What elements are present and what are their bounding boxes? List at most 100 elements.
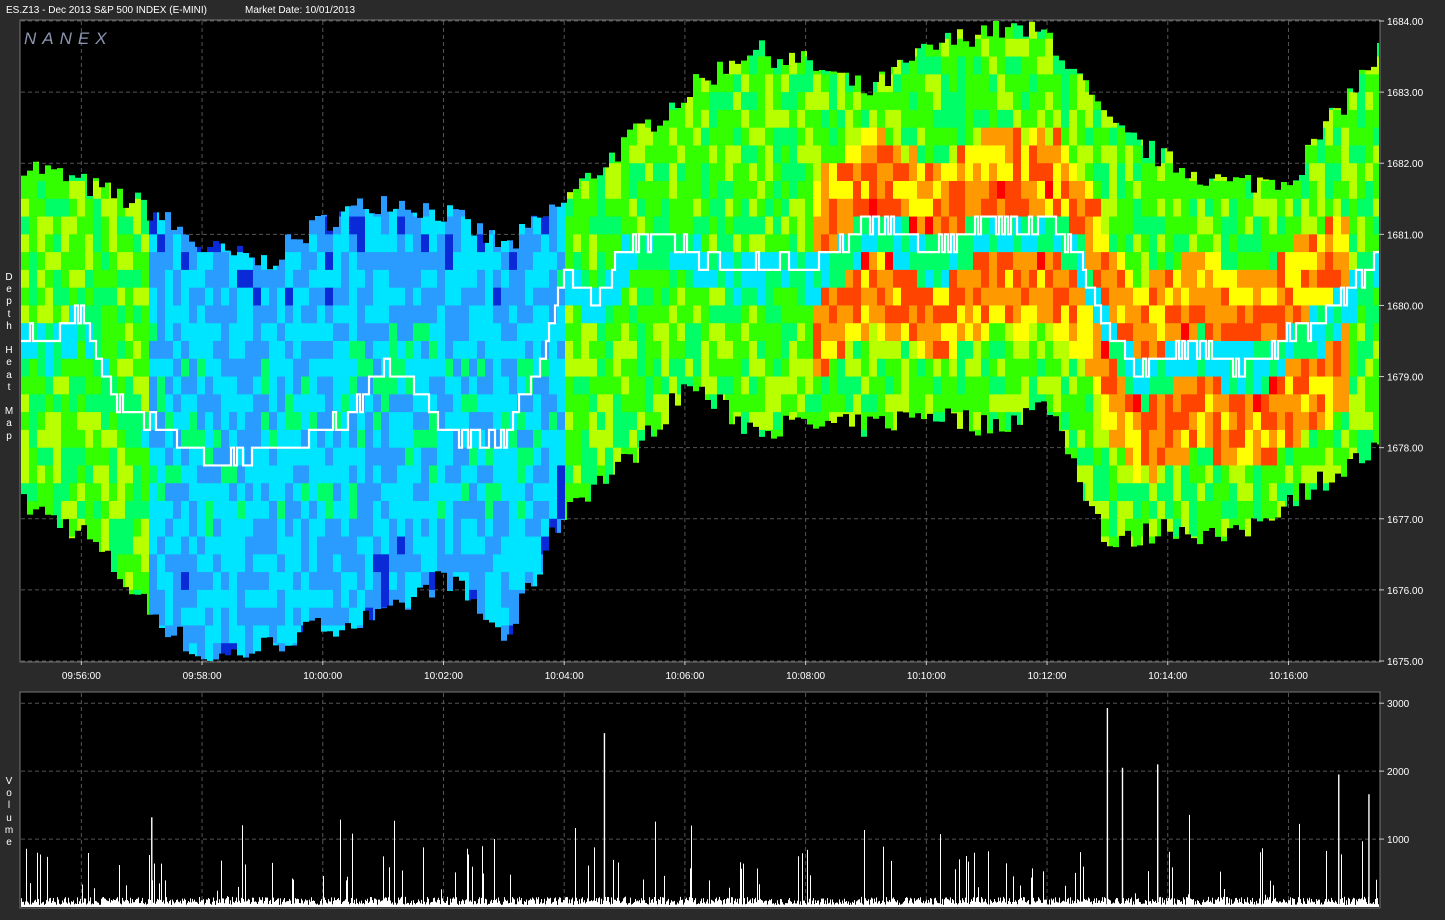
heat-cell bbox=[133, 465, 142, 484]
heat-cell bbox=[1053, 216, 1062, 235]
heat-cell bbox=[1005, 216, 1014, 235]
heat-cell bbox=[333, 483, 342, 502]
heat-cell bbox=[733, 341, 742, 360]
heat-cell bbox=[429, 429, 438, 449]
heat-cell bbox=[933, 269, 942, 289]
heat-cell bbox=[565, 376, 574, 395]
heat-cell bbox=[309, 394, 318, 413]
heat-cell bbox=[349, 465, 358, 484]
heat-cell bbox=[93, 447, 102, 466]
heat-cell bbox=[565, 483, 574, 502]
heat-cell bbox=[989, 323, 998, 342]
heat-cell bbox=[837, 287, 846, 306]
heat-cell bbox=[1077, 269, 1086, 289]
heat-cell bbox=[973, 394, 982, 413]
heat-cell bbox=[189, 429, 198, 449]
heat-cell bbox=[501, 358, 510, 378]
heat-cell bbox=[213, 554, 222, 573]
heat-cell bbox=[733, 287, 742, 306]
heat-cell bbox=[1077, 127, 1086, 146]
heat-cell bbox=[197, 625, 206, 644]
heat-cell bbox=[565, 465, 574, 484]
heat-cell bbox=[461, 447, 470, 466]
heat-cell bbox=[365, 536, 374, 555]
heat-cell bbox=[597, 198, 606, 218]
heat-cell bbox=[581, 269, 590, 289]
heat-cell bbox=[781, 74, 790, 93]
heat-cell bbox=[901, 127, 910, 146]
heat-cell bbox=[181, 287, 190, 306]
heat-cell bbox=[877, 376, 886, 395]
heat-cell bbox=[645, 252, 654, 271]
heat-cell bbox=[949, 127, 958, 146]
heat-cell bbox=[669, 305, 678, 324]
heat-cell bbox=[253, 501, 262, 520]
heat-cell bbox=[717, 234, 726, 253]
heat-cell bbox=[653, 323, 662, 342]
heat-cell bbox=[997, 92, 1006, 111]
heat-cell bbox=[941, 376, 950, 395]
heat-cell bbox=[429, 287, 438, 306]
heat-cell bbox=[133, 572, 142, 591]
heat-cell bbox=[253, 394, 262, 413]
heat-cell bbox=[909, 109, 918, 129]
heat-cell bbox=[181, 341, 190, 360]
heat-cell bbox=[1029, 127, 1038, 146]
heat-cell bbox=[557, 358, 566, 378]
heat-cell bbox=[1053, 198, 1062, 218]
heat-cell bbox=[141, 269, 150, 289]
heat-cell bbox=[429, 501, 438, 520]
heat-cell bbox=[893, 127, 902, 146]
heat-cell bbox=[973, 145, 982, 164]
heat-cell bbox=[61, 216, 70, 235]
heat-cell bbox=[229, 323, 238, 342]
heat-cell bbox=[869, 234, 878, 253]
heat-cell bbox=[629, 145, 638, 164]
heat-cell bbox=[837, 376, 846, 395]
heat-cell bbox=[357, 554, 366, 573]
heat-cell bbox=[1053, 252, 1062, 271]
heat-cell bbox=[157, 536, 166, 555]
heat-cell bbox=[309, 412, 318, 431]
heat-cell bbox=[125, 429, 134, 449]
heat-cell bbox=[293, 518, 302, 538]
heat-cell bbox=[1045, 92, 1054, 111]
heat-cell bbox=[637, 269, 646, 289]
heat-cell bbox=[805, 216, 814, 235]
heat-cell bbox=[517, 341, 526, 360]
heat-cell bbox=[21, 394, 30, 413]
heat-cell bbox=[381, 252, 390, 271]
heat-cell bbox=[781, 323, 790, 342]
heat-cell bbox=[165, 536, 174, 555]
heat-cell bbox=[141, 518, 150, 538]
heat-cell bbox=[965, 305, 974, 324]
heat-cell bbox=[189, 252, 198, 271]
heat-cell bbox=[325, 483, 334, 502]
heat-cell bbox=[541, 252, 550, 271]
heat-cell bbox=[197, 518, 206, 538]
heat-cell bbox=[77, 412, 86, 431]
heat-cell bbox=[373, 589, 382, 609]
heat-cell bbox=[909, 305, 918, 324]
heat-cell bbox=[605, 287, 614, 306]
heat-cell bbox=[477, 341, 486, 360]
heat-cell bbox=[637, 216, 646, 235]
heat-cell bbox=[381, 501, 390, 520]
heat-cell bbox=[717, 109, 726, 129]
heat-cell bbox=[669, 341, 678, 360]
heat-cell bbox=[461, 412, 470, 431]
heat-cell bbox=[957, 181, 966, 200]
heat-cell bbox=[93, 376, 102, 395]
heat-cell bbox=[181, 447, 190, 466]
heat-cell bbox=[861, 305, 870, 324]
heat-cell bbox=[133, 252, 142, 271]
heat-cell bbox=[573, 269, 582, 289]
heat-cell bbox=[869, 269, 878, 289]
heat-cell bbox=[1021, 145, 1030, 164]
heat-cell bbox=[973, 269, 982, 289]
heat-cell bbox=[29, 216, 38, 235]
heat-cell bbox=[37, 376, 46, 395]
heat-cell bbox=[1117, 483, 1126, 502]
heat-cell bbox=[149, 358, 158, 378]
heat-cell bbox=[1101, 394, 1110, 413]
